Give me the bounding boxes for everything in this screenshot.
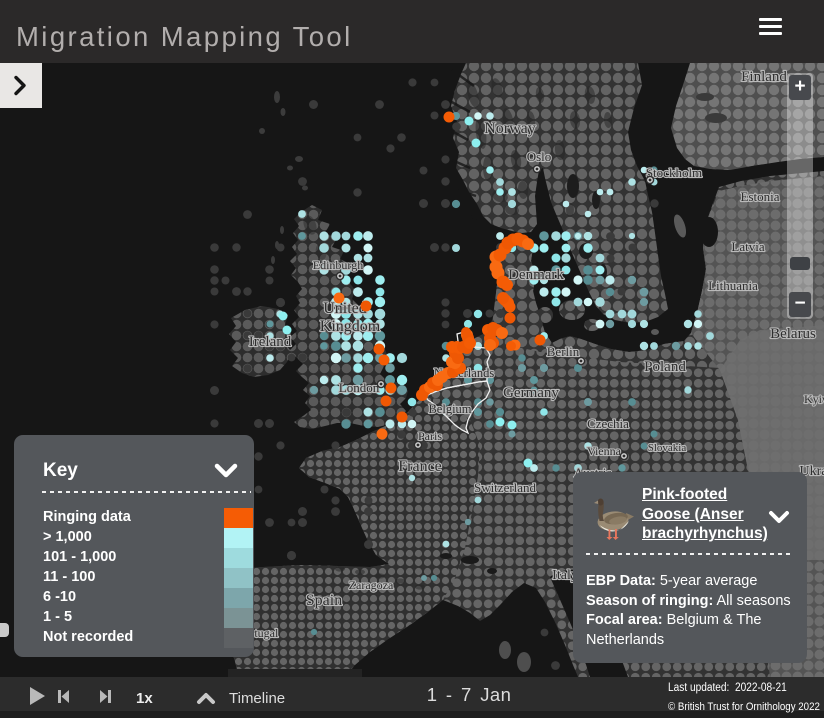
svg-text:Paris: Paris (418, 429, 442, 443)
svg-text:Zaragoza: Zaragoza (349, 578, 394, 592)
svg-text:Oslo: Oslo (527, 149, 552, 164)
svg-text:Kingdom: Kingdom (320, 318, 381, 335)
svg-text:Berlin: Berlin (547, 344, 580, 359)
svg-text:Finland: Finland (741, 69, 787, 85)
svg-text:Kyiv: Kyiv (804, 392, 824, 406)
svg-text:Slovakia: Slovakia (648, 442, 687, 454)
svg-text:Spain: Spain (306, 592, 342, 609)
svg-text:Estonia: Estonia (741, 189, 780, 204)
svg-text:Belgium: Belgium (428, 402, 471, 416)
svg-text:Latvia: Latvia (731, 239, 764, 254)
svg-text:France: France (398, 458, 442, 475)
svg-text:Ireland: Ireland (249, 334, 292, 350)
svg-text:United: United (323, 300, 367, 317)
svg-text:Poland: Poland (644, 359, 686, 375)
svg-text:London: London (339, 380, 380, 395)
svg-text:Germany: Germany (503, 385, 559, 401)
svg-text:Lithuania: Lithuania (708, 278, 758, 293)
svg-text:Czechia: Czechia (587, 416, 629, 431)
svg-text:Edinburgh: Edinburgh (313, 258, 363, 272)
svg-text:Stockholm: Stockholm (646, 165, 702, 180)
svg-text:Vienna: Vienna (587, 444, 622, 458)
svg-text:Norway: Norway (484, 120, 536, 137)
svg-text:Denmark: Denmark (508, 267, 564, 283)
svg-text:Belarus: Belarus (770, 326, 816, 342)
svg-text:Switzerland: Switzerland (474, 480, 537, 495)
